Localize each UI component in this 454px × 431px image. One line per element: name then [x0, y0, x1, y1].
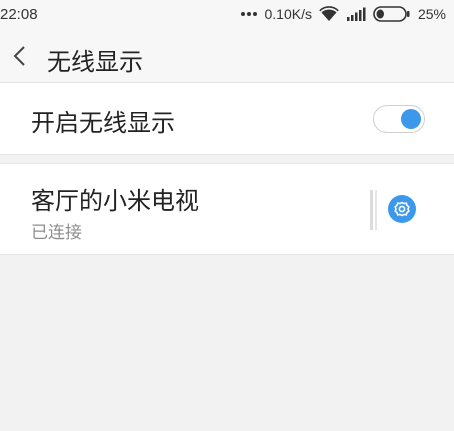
- wireless-display-label: 开启无线显示: [31, 109, 175, 137]
- status-bar: 22:08 0.10K/s 25%: [0, 0, 454, 30]
- toggle-knob: [401, 109, 421, 129]
- device-list-item[interactable]: 客厅的小米电视 已连接: [0, 163, 454, 255]
- status-right: 0.10K/s 25%: [241, 5, 446, 23]
- wireless-display-toggle-row[interactable]: 开启无线显示: [0, 82, 454, 155]
- gear-icon[interactable]: [388, 195, 416, 223]
- device-status: 已连接: [31, 223, 82, 243]
- wireless-display-toggle[interactable]: [373, 105, 425, 133]
- chevron-left-icon[interactable]: [10, 44, 30, 68]
- status-time: 22:08: [0, 6, 38, 23]
- divider: [375, 190, 377, 230]
- wifi-icon: [319, 6, 339, 21]
- device-name: 客厅的小米电视: [31, 187, 199, 215]
- battery-percent: 25%: [417, 6, 446, 22]
- divider: [370, 190, 373, 230]
- more-dots-icon: [241, 12, 258, 16]
- battery-icon: [373, 6, 410, 22]
- page-title: 无线显示: [47, 48, 143, 76]
- title-bar: 无线显示: [0, 30, 454, 83]
- network-speed: 0.10K/s: [264, 6, 312, 22]
- signal-icon: [346, 7, 366, 21]
